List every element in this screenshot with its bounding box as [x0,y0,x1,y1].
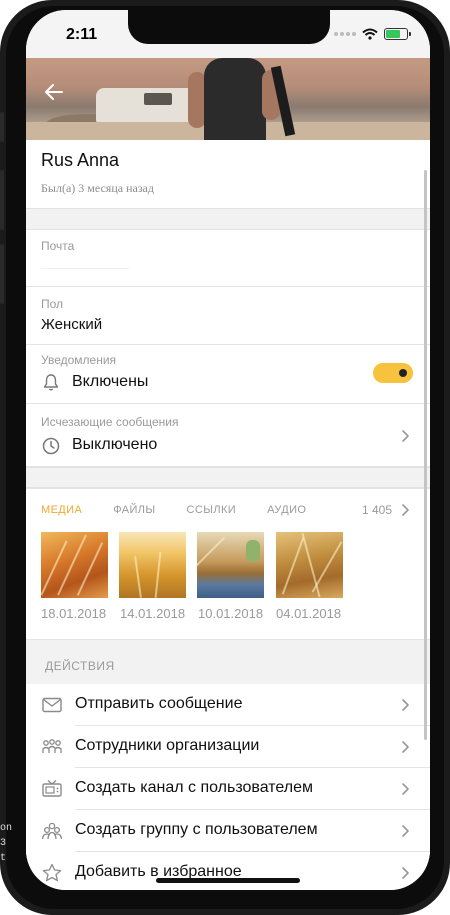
battery-icon [384,28,411,40]
actions-title: ДЕЙСТВИЯ [45,659,115,673]
action-label: Создать группу с пользователем [75,821,318,838]
profile-name: Rus Anna [41,150,120,170]
notifications-label: Уведомления [41,353,117,367]
create-channel-button[interactable]: Создать канал с пользователем [26,768,430,810]
action-label: Отправить сообщение [75,695,243,712]
gender-row: Пол Женский [26,287,430,345]
media-thumbnail[interactable] [197,532,264,598]
edge-text: t [0,853,7,864]
home-indicator[interactable] [156,878,300,883]
action-label: Создать канал с пользователем [75,779,314,796]
cellular-signal-icon [334,32,356,36]
edge-text: 3 [0,838,7,849]
employees-icon [42,739,62,753]
email-row[interactable]: Почта [26,230,430,287]
group-icon [41,822,63,840]
phone-frame: on 3 t 2:11 Rus Anna Был(а) 3 месяца наз… [0,0,450,915]
send-message-button[interactable]: Отправить сообщение [26,684,430,726]
email-label: Почта [41,239,75,253]
shared-media-section: МЕДИА ФАЙЛЫ ССЫЛКИ АУДИО 1 405 18.01.201… [26,488,430,640]
edge-text: on [0,823,13,834]
notifications-value: Включены [72,373,149,390]
status-time: 2:11 [66,26,98,43]
disappearing-messages-label: Исчезающие сообщения [41,415,179,429]
side-button [0,244,4,304]
tab-links[interactable]: ССЫЛКИ [187,504,237,516]
screen: 2:11 Rus Anna Был(а) 3 месяца назад Почт… [26,10,430,890]
action-label: Сотрудники организации [75,737,260,754]
disappearing-messages-value: Выключено [72,436,158,453]
last-seen-text: Был(а) 3 месяца назад [41,181,154,195]
bell-icon [43,374,59,391]
back-button[interactable] [40,78,68,106]
gender-label: Пол [41,297,64,311]
chevron-right-icon [402,430,409,442]
notifications-toggle[interactable] [373,363,413,383]
tab-audio[interactable]: АУДИО [267,504,306,516]
media-date: 04.01.2018 [276,606,342,621]
media-thumbnail[interactable] [276,532,343,598]
media-thumbnail[interactable] [41,532,108,598]
section-divider [26,208,430,230]
chevron-right-icon [402,699,409,711]
scrollbar[interactable] [424,170,427,740]
channel-icon [42,779,62,797]
gender-value: Женский [41,316,103,333]
side-button [0,112,4,142]
section-divider [26,467,430,488]
media-date: 18.01.2018 [41,606,107,621]
media-date: 10.01.2018 [198,606,264,621]
chevron-right-icon[interactable] [400,503,410,517]
profile-cover-photo [26,58,430,140]
star-icon [42,863,62,882]
notch [128,10,330,44]
media-date: 14.01.2018 [120,606,186,621]
tab-files[interactable]: ФАЙЛЫ [113,504,155,516]
arrow-left-icon [45,84,63,100]
add-to-favorites-button[interactable]: Добавить в избранное [26,852,430,890]
media-count: 1 405 [361,503,392,517]
actions-header: ДЕЙСТВИЯ [26,640,430,684]
chevron-right-icon [402,741,409,753]
clock-icon [42,437,60,455]
profile-header: Rus Anna Был(а) 3 месяца назад [26,140,430,208]
email-placeholder-line [41,268,129,269]
chevron-right-icon [402,825,409,837]
media-tabs: МЕДИА ФАЙЛЫ ССЫЛКИ АУДИО [41,504,306,516]
tab-media[interactable]: МЕДИА [41,504,82,516]
side-button [0,170,4,230]
envelope-icon [42,697,62,713]
status-icons [334,28,411,40]
chevron-right-icon [402,783,409,795]
wifi-icon [362,28,378,40]
notifications-row: Уведомления Включены [26,345,430,404]
chevron-right-icon [402,867,409,879]
media-thumbnail[interactable] [119,532,186,598]
create-group-button[interactable]: Создать группу с пользователем [26,810,430,852]
organization-employees-button[interactable]: Сотрудники организации [26,726,430,768]
disappearing-messages-row[interactable]: Исчезающие сообщения Выключено [26,404,430,467]
